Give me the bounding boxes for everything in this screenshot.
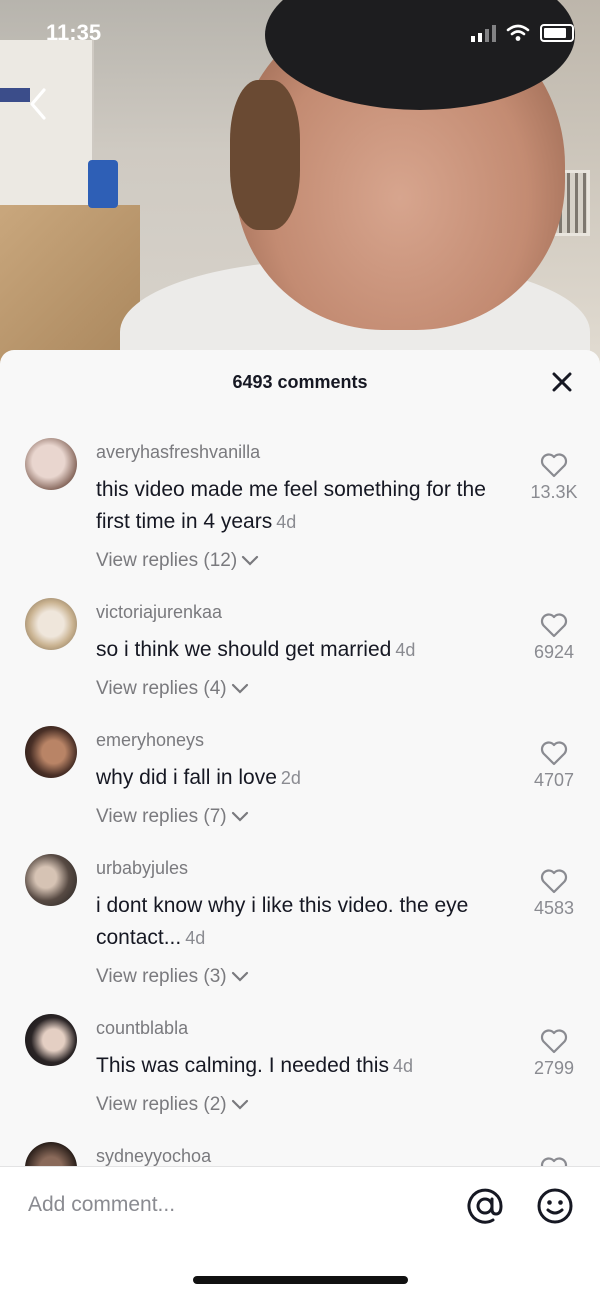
comment-text: i dont know why i like this video. the e…: [96, 894, 469, 949]
home-indicator: [193, 1276, 408, 1284]
heart-outline-icon: [540, 1029, 568, 1054]
like-button[interactable]: 4707: [522, 740, 586, 791]
close-button[interactable]: [548, 368, 576, 396]
chevron-down-icon: [231, 1099, 248, 1110]
emoji-button[interactable]: [536, 1187, 574, 1225]
comment-username[interactable]: urbabyjules: [96, 858, 188, 879]
chevron-down-icon: [231, 683, 248, 694]
comment-text: so i think we should get married 4d: [96, 638, 416, 661]
comments-count-title: 6493 comments: [232, 372, 368, 392]
comment-text: this video made me feel something for th…: [96, 478, 486, 533]
view-replies-button[interactable]: View replies (2): [96, 1094, 249, 1116]
back-button[interactable]: [24, 84, 54, 124]
video-background: [0, 0, 600, 380]
like-button[interactable]: 4583: [522, 868, 586, 919]
add-comment-input[interactable]: Add comment...: [28, 1193, 175, 1217]
comment-age: 4d: [392, 1056, 414, 1076]
comments-sheet: 6493 comments averyhasfreshvanilla this …: [0, 350, 600, 1299]
like-button[interactable]: 13.3K: [522, 452, 586, 503]
comments-list[interactable]: averyhasfreshvanilla this video made me …: [0, 428, 600, 1168]
status-time: 11:35: [46, 20, 102, 45]
comment-age: 4d: [276, 512, 297, 532]
avatar[interactable]: [25, 726, 77, 778]
comment-username[interactable]: victoriajurenkaa: [96, 602, 222, 623]
avatar[interactable]: [25, 598, 77, 650]
comment-item: urbabyjules i dont know why i like this …: [0, 844, 600, 994]
person-hair: [230, 80, 300, 230]
avatar[interactable]: [25, 438, 77, 490]
comment-text: This was calming. I needed this 4d: [96, 1054, 414, 1077]
like-count: 2799: [533, 1058, 575, 1078]
wifi-icon: [506, 24, 530, 41]
comment-item: sydneyyochoa: [0, 1132, 600, 1168]
comment-username[interactable]: averyhasfreshvanilla: [96, 442, 260, 463]
view-replies-button[interactable]: View replies (3): [96, 966, 249, 988]
avatar[interactable]: [25, 854, 77, 906]
blue-cup: [88, 160, 118, 208]
chevron-down-icon: [231, 971, 248, 982]
like-button[interactable]: 2799: [522, 1028, 586, 1079]
comment-item: averyhasfreshvanilla this video made me …: [0, 428, 600, 578]
battery-icon: [540, 24, 574, 42]
chevron-down-icon: [242, 555, 259, 566]
view-replies-button[interactable]: View replies (4): [96, 678, 249, 700]
like-count: 6924: [533, 642, 575, 662]
view-replies-button[interactable]: View replies (7): [96, 806, 249, 828]
avatar[interactable]: [25, 1014, 77, 1066]
comment-username[interactable]: emeryhoneys: [96, 730, 204, 751]
comment-item: emeryhoneys why did i fall in love 2d Vie…: [0, 716, 600, 834]
mention-button[interactable]: [466, 1187, 504, 1225]
heart-outline-icon: [540, 869, 568, 894]
heart-outline-icon: [540, 741, 568, 766]
comment-age: 4d: [395, 640, 416, 660]
like-count: 4583: [533, 898, 575, 918]
close-icon: [552, 372, 572, 392]
sheet-header: 6493 comments: [0, 350, 600, 414]
at-sign-icon: [467, 1188, 503, 1224]
like-count: 4707: [533, 770, 575, 790]
like-count: 13.3K: [530, 482, 578, 502]
avatar[interactable]: [25, 1142, 77, 1168]
comment-input-bar: Add comment...: [0, 1167, 600, 1299]
chevron-down-icon: [231, 811, 248, 822]
comment-username[interactable]: countblabla: [96, 1018, 188, 1039]
heart-outline-icon: [540, 453, 568, 478]
status-icons: [471, 24, 574, 42]
comment-username[interactable]: sydneyyochoa: [96, 1146, 211, 1167]
like-button[interactable]: 6924: [522, 612, 586, 663]
signal-icon: [471, 24, 496, 42]
comment-item: countblabla This was calming. I needed t…: [0, 1004, 600, 1122]
comment-age: 2d: [280, 768, 301, 788]
comment-text: why did i fall in love 2d: [96, 766, 301, 789]
view-replies-button[interactable]: View replies (12): [96, 550, 259, 572]
heart-outline-icon: [540, 613, 568, 638]
smiley-icon: [537, 1188, 573, 1224]
comment-age: 4d: [185, 928, 206, 948]
comment-item: victoriajurenkaa so i think we should ge…: [0, 588, 600, 706]
chevron-left-icon: [30, 88, 46, 120]
